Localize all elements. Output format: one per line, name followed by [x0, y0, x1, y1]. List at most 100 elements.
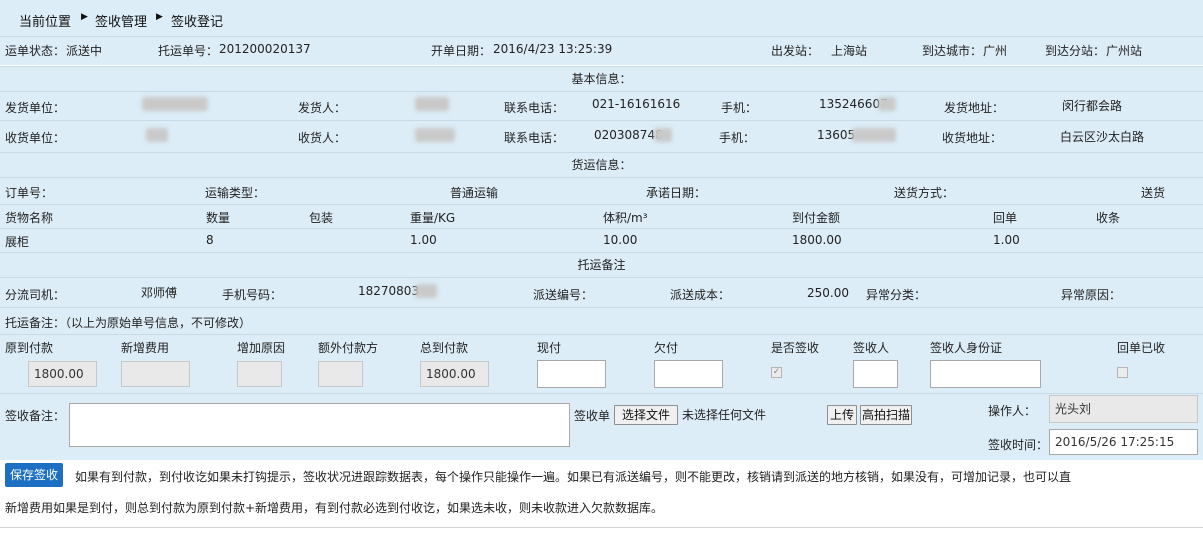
col-signer-id: 签收人身份证	[930, 341, 1003, 355]
cell-cod-amount: 1800.00	[792, 233, 842, 247]
scan-button[interactable]: 高拍扫描	[860, 405, 912, 425]
receiver-addr-label: 收货地址：	[942, 131, 1003, 145]
sign-time-input[interactable]: 2016/5/26 17:25:15	[1049, 429, 1198, 455]
sign-remark-textarea[interactable]	[69, 403, 570, 447]
order-info-row: 运单状态： 派送中 托运单号： 201200020137 开单日期： 2016/…	[0, 37, 1203, 65]
owed-input[interactable]	[654, 360, 723, 388]
shipper-addr-value: 闵行都会路	[1062, 99, 1123, 113]
origin-label: 出发站：	[771, 44, 820, 58]
no-file-text: 未选择任何文件	[682, 408, 767, 422]
col-added-fee: 新增费用	[121, 341, 170, 355]
redacted-shipper-person	[415, 97, 449, 111]
chevron-right-icon: ▶	[81, 12, 88, 22]
cell-quantity: 8	[206, 233, 214, 247]
receiver-mobile-label: 手机：	[719, 131, 756, 145]
col-goods-name: 货物名称	[5, 211, 54, 225]
signer-id-input[interactable]	[930, 360, 1041, 388]
dest-city-label: 到达城市：	[922, 44, 983, 58]
dest-station-value: 广州站	[1106, 44, 1143, 58]
col-receipt: 回单	[993, 211, 1018, 225]
cell-volume: 10.00	[603, 233, 638, 247]
basic-info-title: 基本信息：	[0, 67, 1203, 91]
cell-weight: 1.00	[410, 233, 437, 247]
col-extra-payer: 额外付款方	[318, 341, 379, 355]
added-fee-field	[121, 361, 190, 387]
dest-station-label: 到达分站：	[1045, 44, 1106, 58]
date-label: 开单日期：	[431, 44, 492, 58]
status-value: 派送中	[66, 44, 103, 58]
receiver-row: 收货单位： 收货人： 联系电话： 020308748 手机： 13605 收货地…	[0, 121, 1203, 152]
col-weight: 重量/KG	[410, 211, 456, 225]
col-cod-amount: 到付金额	[792, 211, 841, 225]
order-no-label: 订单号：	[5, 186, 54, 200]
transport-type-label: 运输类型：	[205, 186, 266, 200]
signed-checkbox[interactable]: ✓	[771, 367, 782, 378]
col-volume: 体积/m³	[603, 211, 648, 225]
exception-reason-label: 异常原因：	[1061, 288, 1122, 302]
redacted-shipper-mobile	[878, 97, 896, 111]
receiver-person-label: 收货人：	[298, 131, 347, 145]
status-label: 运单状态：	[5, 44, 66, 58]
redacted-receiver-tel	[654, 128, 672, 142]
date-value: 2016/4/23 13:25:39	[493, 42, 613, 56]
receipt-label: 签收单	[574, 409, 611, 423]
cell-receipt: 1.00	[993, 233, 1020, 247]
receiver-tel-label: 联系电话：	[504, 131, 565, 145]
col-owed: 欠付	[654, 341, 679, 355]
operator-field: 光头刘	[1049, 395, 1198, 423]
origin-value: 上海站	[831, 44, 868, 58]
transport-type-value: 普通运输	[450, 186, 499, 200]
breadcrumb-item-sign-registration[interactable]: 签收登记	[171, 11, 223, 30]
dispatch-cost-label: 派送成本：	[670, 288, 731, 302]
sign-time-label: 签收时间：	[988, 438, 1049, 452]
delivery-method-label: 送货方式：	[894, 186, 955, 200]
total-cod-field: 1800.00	[420, 361, 489, 387]
dest-city-value: 广州	[983, 44, 1008, 58]
shipper-tel-value: 021-16161616	[592, 97, 681, 111]
col-signer: 签收人	[853, 341, 890, 355]
signer-input[interactable]	[853, 360, 898, 388]
driver-row: 分流司机： 邓师傅 手机号码： 18270803 派送编号： 派送成本： 250…	[0, 278, 1203, 307]
tracking-value: 201200020137	[219, 42, 311, 56]
col-signed: 是否签收	[771, 341, 820, 355]
shipper-tel-label: 联系电话：	[504, 101, 565, 115]
upload-button[interactable]: 上传	[827, 405, 857, 425]
driver-value: 邓师傅	[141, 286, 178, 300]
col-original-cod: 原到付款	[5, 341, 54, 355]
phone-label: 手机号码：	[222, 288, 283, 302]
cash-paid-input[interactable]	[537, 360, 606, 388]
breadcrumb: 当前位置 ▶ 签收管理 ▶ 签收登记	[0, 0, 1203, 37]
shipper-row: 发货单位： 发货人： 联系电话： 021-16161616 手机： 135246…	[0, 92, 1203, 120]
shipper-unit-label: 发货单位：	[5, 101, 66, 115]
phone-value: 18270803	[358, 284, 420, 298]
receiver-tel-value: 020308748	[594, 128, 663, 142]
redacted-receiver-person	[415, 128, 455, 142]
receiver-addr-value: 白云区沙太白路	[1060, 130, 1145, 144]
redacted-receiver-mobile	[852, 128, 896, 142]
col-acknowledgement: 收条	[1096, 211, 1121, 225]
tip-line-1: 如果有到付款，到付收讫如果未打钩提示，签收状况进跟踪数据表，每个操作只能操作一遍…	[75, 470, 1072, 484]
dispatch-cost-value: 250.00	[807, 286, 849, 300]
col-receipt-received: 回单已收	[1117, 341, 1166, 355]
footer: 保存签收 如果有到付款，到付收讫如果未打钩提示，签收状况进跟踪数据表，每个操作只…	[0, 460, 1203, 552]
chevron-right-icon: ▶	[156, 12, 163, 22]
choose-file-button[interactable]: 选择文件	[614, 405, 678, 425]
breadcrumb-item-sign-management[interactable]: 签收管理	[95, 11, 147, 30]
shipper-mobile-label: 手机：	[721, 101, 758, 115]
driver-label: 分流司机：	[5, 288, 66, 302]
redacted-receiver-unit	[146, 128, 168, 142]
breadcrumb-item-location: 当前位置	[19, 15, 72, 30]
tracking-label: 托运单号：	[158, 44, 219, 58]
extra-payer-field	[318, 361, 363, 387]
shipper-person-label: 发货人：	[298, 101, 347, 115]
save-sign-button[interactable]: 保存签收	[5, 463, 63, 487]
col-quantity: 数量	[206, 211, 231, 225]
added-reason-field	[237, 361, 282, 387]
receipt-received-checkbox[interactable]	[1117, 367, 1128, 378]
remark-note-row: 托运备注：（以上为原始单号信息，不可修改）	[0, 308, 1203, 334]
payment-block: 原到付款 新增费用 增加原因 额外付款方 总到付款 现付 欠付 是否签收 签收人…	[0, 335, 1203, 393]
redacted-phone	[415, 284, 437, 298]
receiver-mobile-value: 13605	[817, 128, 856, 142]
promise-date-label: 承诺日期：	[646, 186, 707, 200]
cell-goods-name: 展柜	[5, 235, 30, 249]
